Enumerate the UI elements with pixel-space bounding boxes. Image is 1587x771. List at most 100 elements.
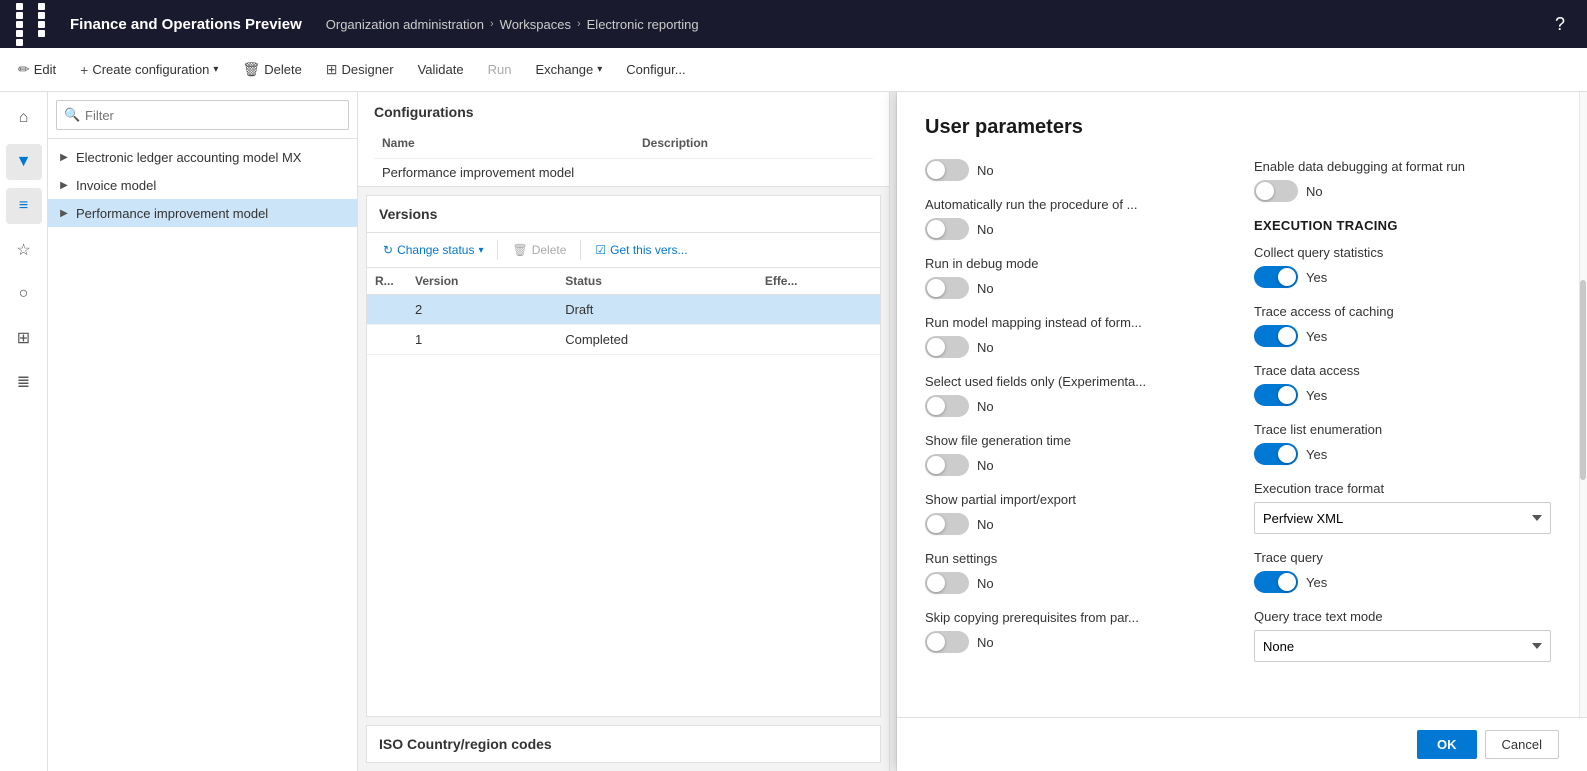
trace-list-label: Trace list enumeration [1254,422,1551,437]
delete-icon: 🗑 [242,61,260,78]
select-fields-label: Select used fields only (Experimenta... [925,374,1222,389]
toggle-file-gen[interactable] [925,454,969,476]
delete-button[interactable]: 🗑 Delete [232,55,311,84]
toggle-track-debug-mode[interactable] [925,277,969,299]
toggle-thumb-0 [927,161,945,179]
cancel-button[interactable]: Cancel [1485,730,1559,759]
ver-col-status: Status [557,268,757,295]
toggle-thumb-trace-caching [1278,327,1296,345]
top-bar: Finance and Operations Preview Organizat… [0,0,1587,48]
toggle-track-trace-query[interactable] [1254,571,1298,593]
sidebar-home-icon[interactable]: ⌂ [6,100,42,136]
validate-button[interactable]: Validate [408,56,474,83]
toggle-val-trace-query: Yes [1306,575,1327,590]
toggle-track-collect-stats[interactable] [1254,266,1298,288]
sidebar-clock-icon[interactable]: ○ [6,276,42,312]
tree-item-1[interactable]: ▶ Invoice model [48,171,357,199]
param-row-auto-run: Automatically run the procedure of ... N… [925,197,1222,240]
chevron-down-icon: ▾ [213,64,218,75]
create-config-button[interactable]: + Create configuration ▾ [70,56,228,84]
toggle-data-debug[interactable] [1254,180,1298,202]
ok-button[interactable]: OK [1417,730,1477,759]
params-scrollbar[interactable] [1579,92,1587,717]
user-params-panel: User parameters N [897,92,1587,771]
toggle-0[interactable] [925,159,969,181]
tree-list: ▶ Electronic ledger accounting model MX … [48,139,357,771]
exchange-button[interactable]: Exchange ▾ [525,56,612,83]
param-row-select-fields: Select used fields only (Experimenta... … [925,374,1222,417]
sidebar-star-icon[interactable]: ☆ [6,232,42,268]
sidebar-filter-icon[interactable]: ▼ [6,144,42,180]
nav-panel: 🔍 ▶ Electronic ledger accounting model M… [48,92,358,771]
configure-button[interactable]: Configur... [616,56,695,83]
execution-tracing-heading: EXECUTION TRACING [1254,218,1551,233]
toggle-track-0[interactable] [925,159,969,181]
breadcrumb-er[interactable]: Electronic reporting [587,17,699,32]
exec-trace-format-select[interactable]: Perfview XML None XML [1254,502,1551,534]
ver-version-0: 2 [407,295,557,325]
toggle-skip-copy[interactable] [925,631,969,653]
toggle-trace-query[interactable] [1254,571,1298,593]
toggle-trace-data[interactable] [1254,384,1298,406]
config-row-name-0: Performance improvement model [382,165,642,180]
sidebar-report-icon[interactable]: ≣ [6,364,42,400]
toggle-track-trace-caching[interactable] [1254,325,1298,347]
collect-stats-label: Collect query statistics [1254,245,1551,260]
col-desc: Description [634,132,873,154]
filter-input[interactable] [56,100,349,130]
toggle-model-mapping[interactable] [925,336,969,358]
toggle-track-skip-copy[interactable] [925,631,969,653]
tree-item-0[interactable]: ▶ Electronic ledger accounting model MX [48,143,357,171]
toggle-thumb-partial-import [927,515,945,533]
toggle-track-partial-import[interactable] [925,513,969,535]
toggle-track-trace-data[interactable] [1254,384,1298,406]
toggle-auto-run[interactable] [925,218,969,240]
breadcrumb-org[interactable]: Organization administration [326,17,484,32]
apps-grid-icon[interactable] [12,0,62,50]
change-status-button[interactable]: ↻ Change status ▾ [375,239,491,261]
ver-col-version: Version [407,268,557,295]
toggle-select-fields[interactable] [925,395,969,417]
version-row-1[interactable]: 1 Completed [367,325,880,355]
versions-table: R... Version Status Effe... 2 Draft [367,268,880,716]
toggle-track-select-fields[interactable] [925,395,969,417]
version-row-0[interactable]: 2 Draft [367,295,880,325]
toggle-val-0: No [977,163,994,178]
breadcrumb-workspaces[interactable]: Workspaces [500,17,571,32]
checkmark-icon: ☑ [595,243,606,257]
toggle-trace-list[interactable] [1254,443,1298,465]
param-row-trace-data: Trace data access Yes [1254,363,1551,406]
toggle-trace-caching[interactable] [1254,325,1298,347]
versions-delete-button[interactable]: 🗑 Delete [504,239,574,261]
toggle-track-data-debug[interactable] [1254,180,1298,202]
tree-label-2: Performance improvement model [76,206,268,221]
sidebar-list-icon[interactable]: ≡ [6,188,42,224]
help-icon[interactable]: ? [1545,14,1575,35]
toggle-val-partial-import: No [977,517,994,532]
filter-search-icon: 🔍 [64,107,80,123]
user-params-footer: OK Cancel [897,717,1587,771]
param-row-exec-trace-format: Execution trace format Perfview XML None… [1254,481,1551,534]
params-left-col: No Automatically run the procedure of ..… [925,159,1222,678]
toggle-track-trace-list[interactable] [1254,443,1298,465]
toggle-track-run-settings[interactable] [925,572,969,594]
toggle-run-settings[interactable] [925,572,969,594]
tree-item-2[interactable]: ▶ Performance improvement model [48,199,357,227]
config-row-0[interactable]: Performance improvement model [374,158,873,186]
ver-effe-0 [757,295,880,325]
edit-button[interactable]: ✏ Edit [8,55,66,84]
get-this-version-button[interactable]: ☑ Get this vers... [587,239,695,261]
toggle-track-file-gen[interactable] [925,454,969,476]
toggle-collect-stats[interactable] [1254,266,1298,288]
param-row-trace-caching: Trace access of caching Yes [1254,304,1551,347]
toggle-thumb-trace-query [1278,573,1296,591]
toggle-track-model-mapping[interactable] [925,336,969,358]
toggle-thumb-collect-stats [1278,268,1296,286]
toggle-track-auto-run[interactable] [925,218,969,240]
toggle-partial-import[interactable] [925,513,969,535]
toggle-debug-mode[interactable] [925,277,969,299]
designer-button[interactable]: ⊞ Designer [316,55,404,84]
vertical-divider[interactable] [889,92,897,771]
query-trace-text-select[interactable]: None Short Full [1254,630,1551,662]
sidebar-table-icon[interactable]: ⊞ [6,320,42,356]
